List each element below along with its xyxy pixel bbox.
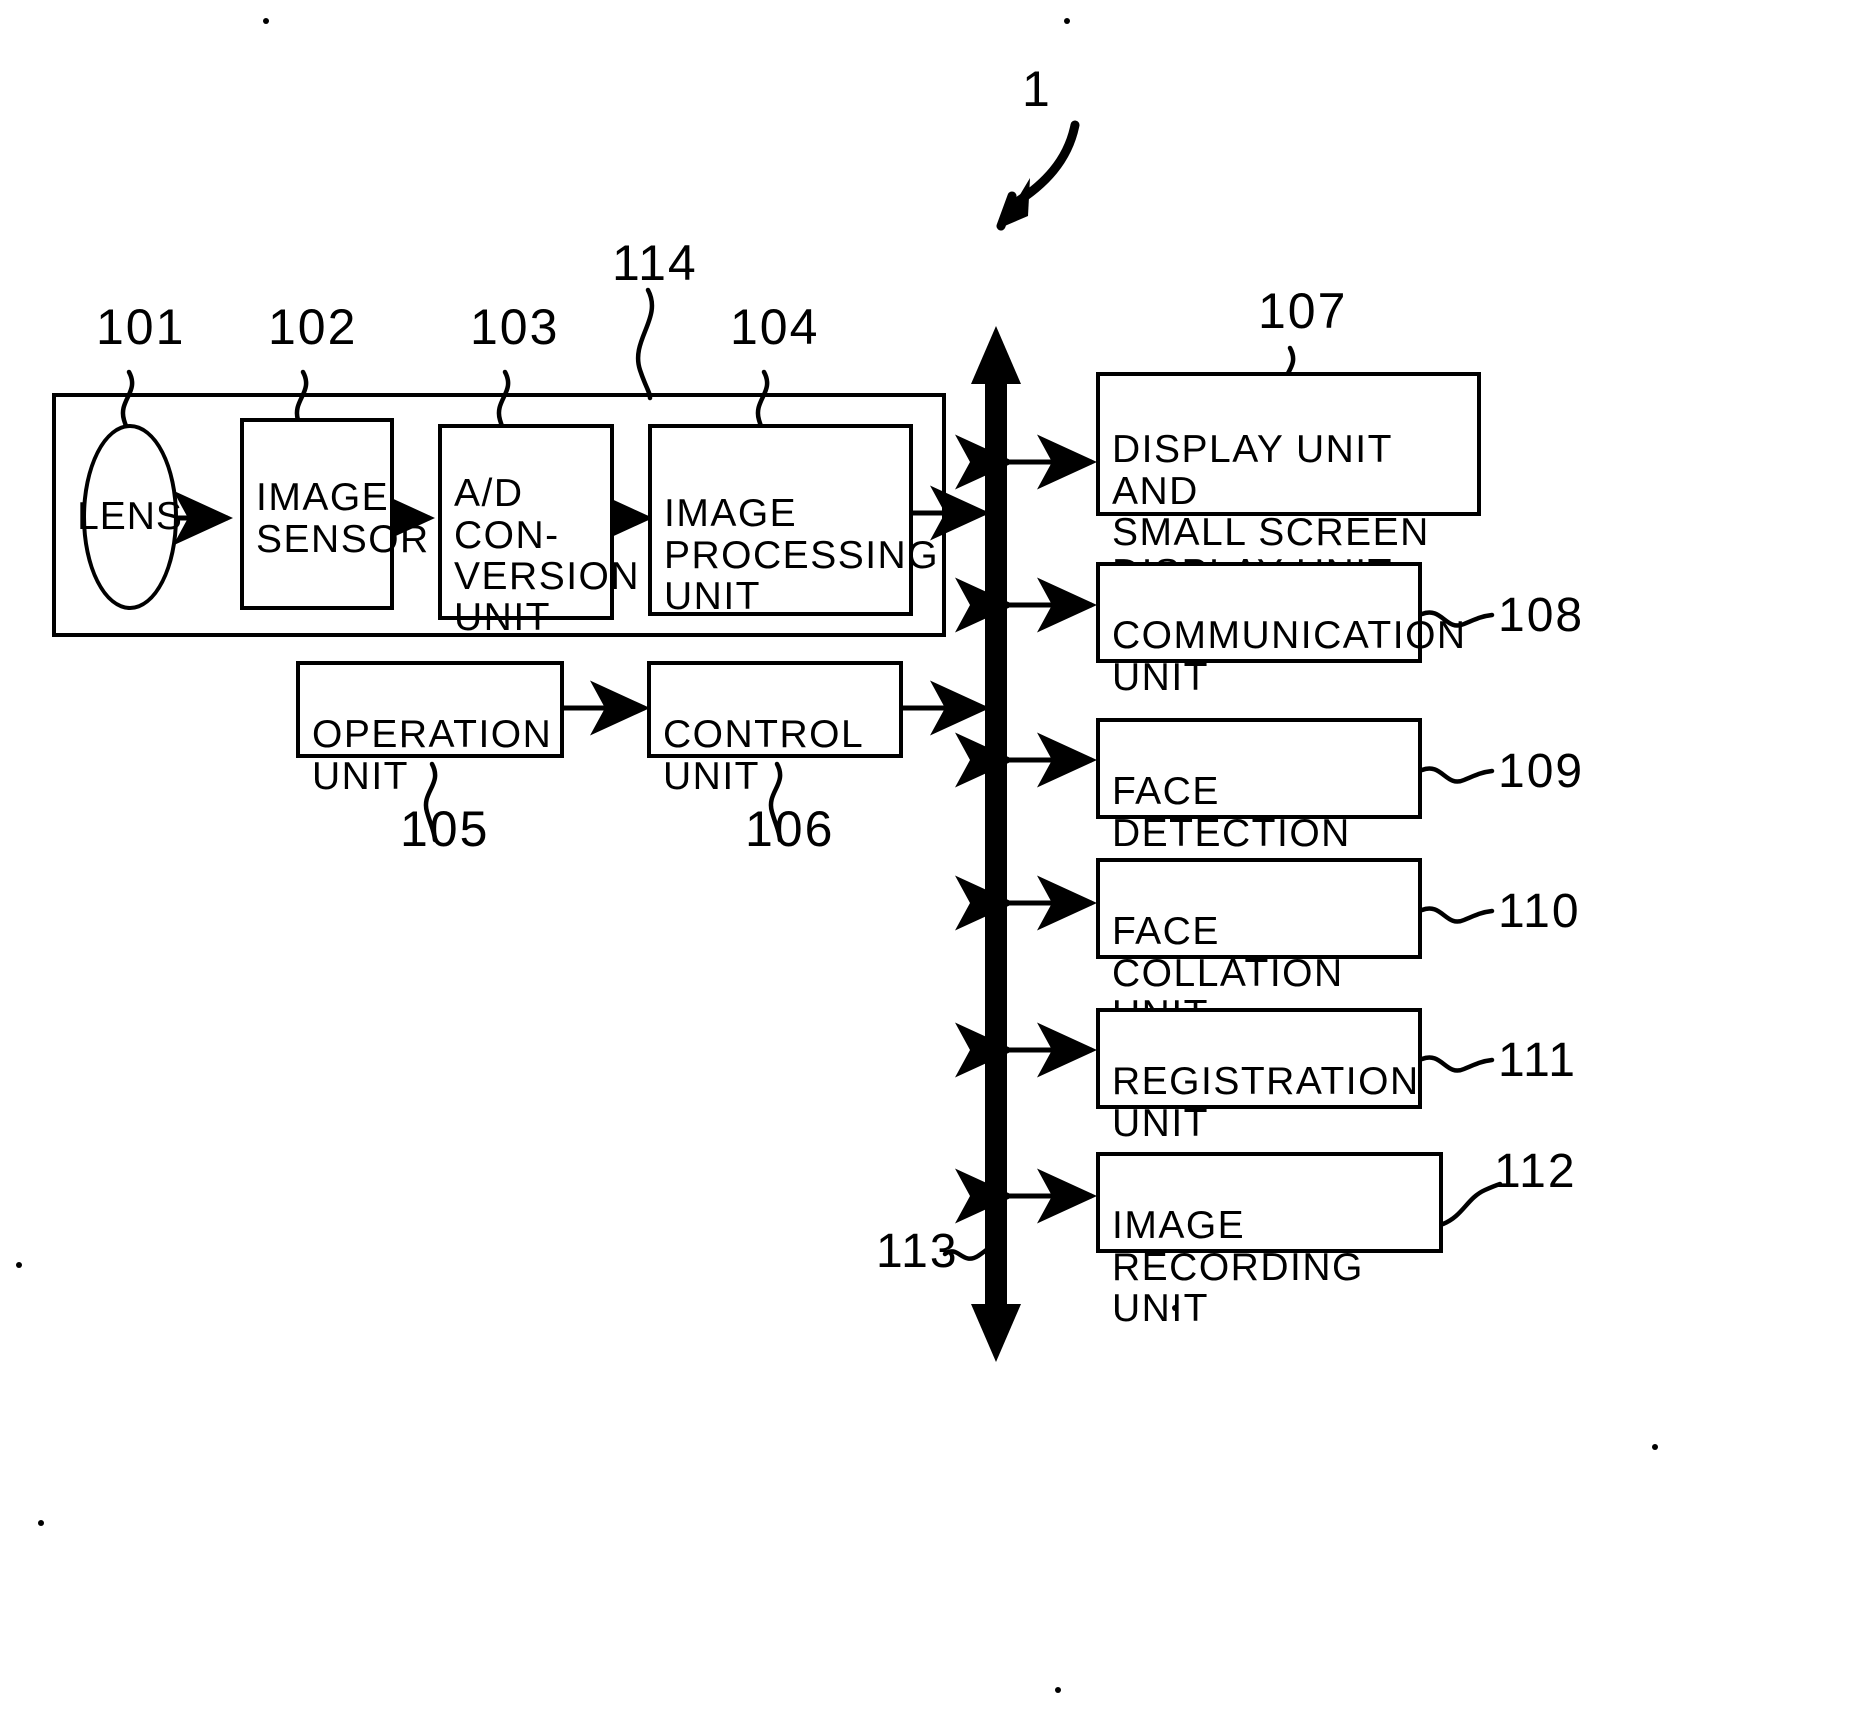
leader-114 <box>636 287 655 401</box>
leader-112 <box>1440 1181 1503 1227</box>
ref-numeral-113: 113 <box>876 1225 959 1278</box>
ad-conversion-block[interactable]: A/D CON- VERSION UNIT <box>438 424 639 638</box>
system-bus-113 <box>971 326 1021 1362</box>
ref-numeral-105: 105 <box>400 801 490 857</box>
ref-numeral-107: 107 <box>1258 283 1348 339</box>
lens-label: LENS <box>77 495 183 538</box>
face-detection-unit-block[interactable]: FACE DETECTION UNIT <box>1096 718 1422 895</box>
ref-numeral-114: 114 <box>612 235 698 291</box>
scan-speck <box>1064 18 1070 24</box>
registration-unit-block[interactable]: REGISTRATION UNIT <box>1096 1008 1422 1144</box>
ref-numeral-108: 108 <box>1498 589 1585 642</box>
display-unit-block[interactable]: DISPLAY UNIT AND SMALL SCREEN DISPLAY UN… <box>1096 372 1481 594</box>
image-processing-block[interactable]: IMAGE PROCESSING UNIT <box>648 424 938 617</box>
ad-conversion-label: A/D CON- VERSION UNIT <box>454 472 641 640</box>
communication-unit-block[interactable]: COMMUNICATION UNIT <box>1096 562 1465 698</box>
ref-numeral-103: 103 <box>470 299 560 355</box>
ref-numeral-106: 106 <box>745 801 835 857</box>
leader-110 <box>1419 906 1495 924</box>
ref-numeral-109: 109 <box>1498 745 1585 798</box>
operation-unit-block[interactable]: OPERATION UNIT <box>296 661 564 797</box>
ref-numeral-111: 111 <box>1498 1034 1577 1087</box>
control-unit-block[interactable]: CONTROL UNIT <box>647 661 903 797</box>
ref-numeral-101: 101 <box>96 299 186 355</box>
lens-block[interactable]: LENS <box>77 424 182 610</box>
image-sensor-label: IMAGE SENSOR <box>256 476 430 561</box>
ref-numeral-102: 102 <box>268 299 358 355</box>
scan-speck <box>1055 1687 1061 1693</box>
face-collation-unit-block[interactable]: FACE COLLATION UNIT <box>1096 858 1422 1035</box>
ref-numeral-104: 104 <box>730 299 820 355</box>
leader-111 <box>1419 1055 1495 1073</box>
ref-numeral-110: 110 <box>1498 885 1581 938</box>
ref-numeral-1: 1 <box>1022 61 1052 117</box>
image-recording-unit-block[interactable]: IMAGE RECORDING UNIT <box>1096 1152 1443 1329</box>
ref-numeral-112: 112 <box>1494 1145 1577 1198</box>
scan-speck <box>16 1262 22 1268</box>
patent-block-diagram: LENS IMAGE SENSOR A/D CON- VERSION UNIT … <box>0 0 1871 1726</box>
leader-109 <box>1419 766 1495 784</box>
image-processing-label: IMAGE PROCESSING UNIT <box>664 492 940 618</box>
scan-speck <box>263 18 269 24</box>
scan-speck <box>38 1520 44 1526</box>
scan-speck <box>1652 1444 1658 1450</box>
leader-overall-ref-1 <box>996 120 1080 231</box>
image-sensor-block[interactable]: IMAGE SENSOR <box>240 418 428 610</box>
diagram-vector-layer <box>120 120 1503 1362</box>
